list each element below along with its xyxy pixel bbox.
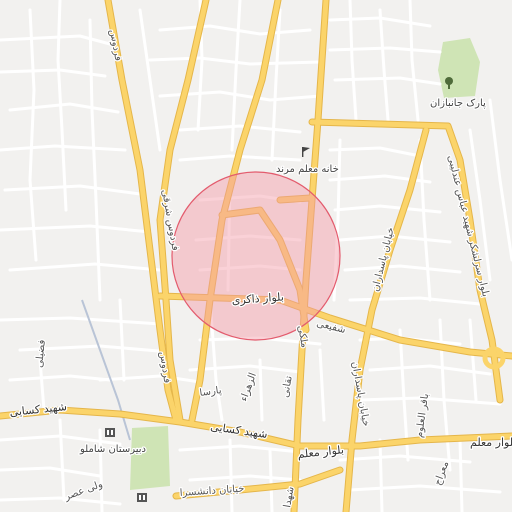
school-icon[interactable] bbox=[105, 428, 115, 437]
label-khane-moalem: خانه معلم مرند bbox=[276, 164, 339, 175]
label-park-janbazan: پارک جانبازان bbox=[430, 98, 486, 109]
map-view[interactable]: فردوس فردوس شرقی فردوس پارک جانبازان خان… bbox=[0, 0, 512, 512]
school-icon-south[interactable] bbox=[137, 493, 147, 502]
map-canvas: فردوس فردوس شرقی فردوس پارک جانبازان خان… bbox=[0, 0, 512, 512]
label-dabirestan-shamlou: دبیرستان شاملو bbox=[79, 444, 146, 455]
park-shamlou[interactable] bbox=[130, 426, 170, 490]
label-bolvar-moalem-east: بلوار معلم bbox=[470, 436, 512, 449]
search-radius-circle bbox=[171, 171, 341, 341]
park-janbazan[interactable] bbox=[438, 38, 480, 98]
